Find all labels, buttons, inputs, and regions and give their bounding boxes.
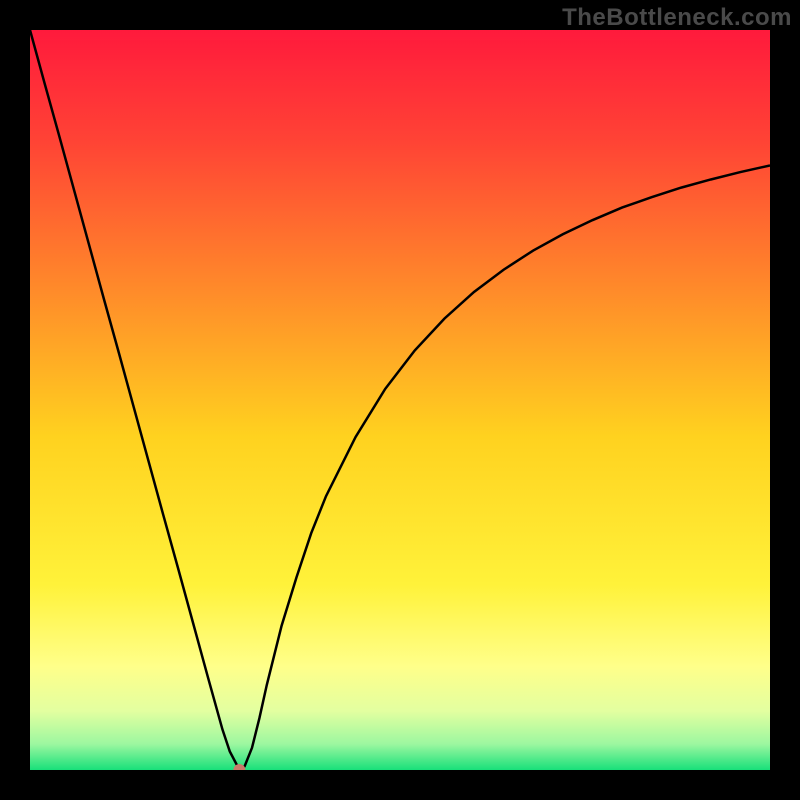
plot-area <box>30 30 770 770</box>
gradient-background <box>30 30 770 770</box>
chart-container: TheBottleneck.com <box>0 0 800 800</box>
watermark-text: TheBottleneck.com <box>562 4 792 32</box>
chart-svg <box>30 30 770 770</box>
